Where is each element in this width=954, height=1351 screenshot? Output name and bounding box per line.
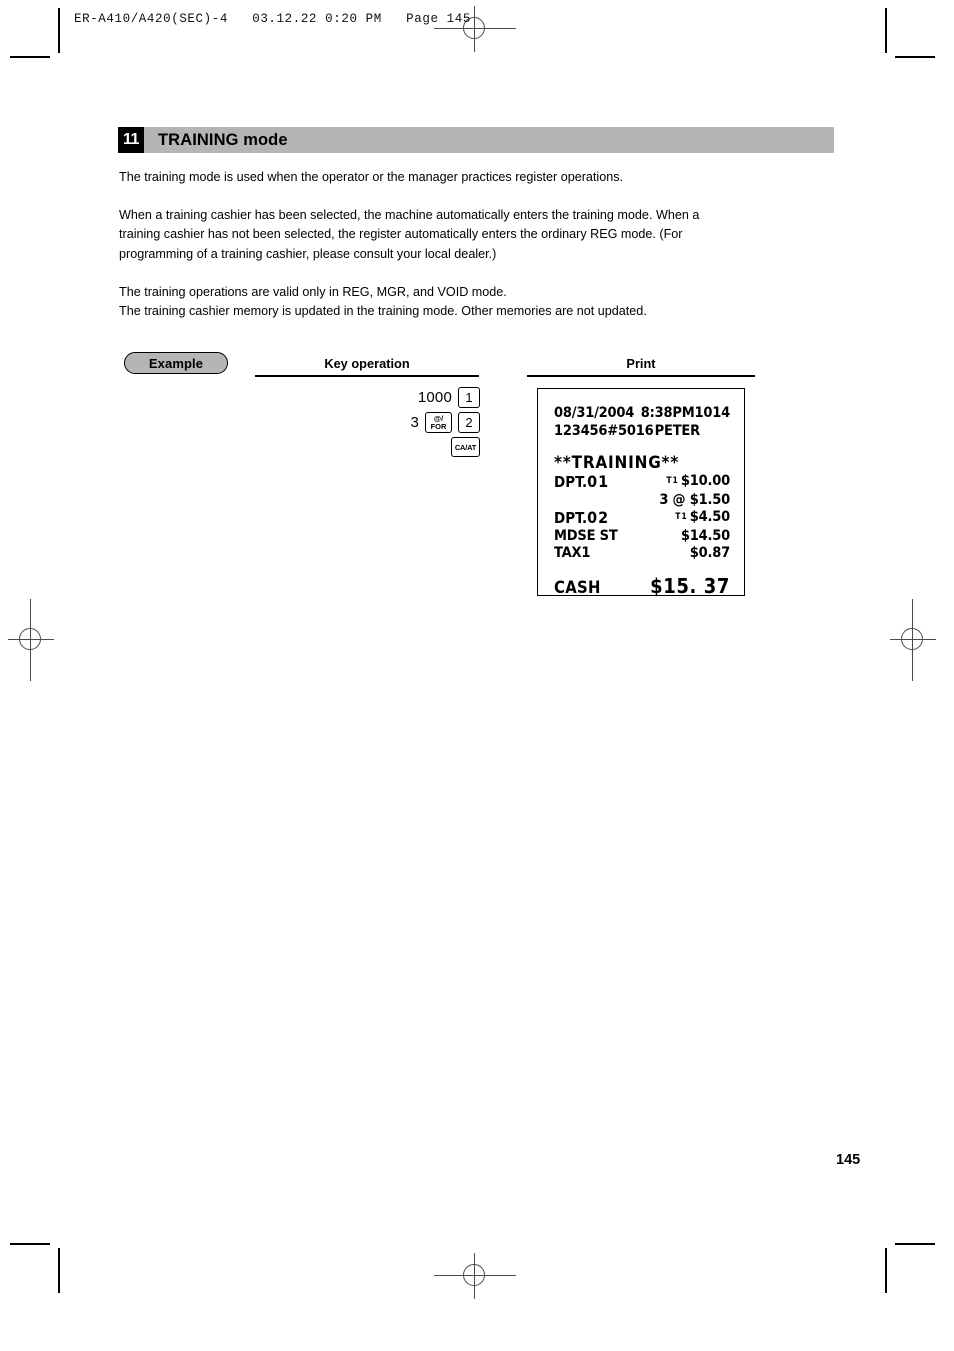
page-number: 145 bbox=[836, 1152, 861, 1168]
receipt-total-row: CASH $15. 37 bbox=[554, 574, 730, 598]
receipt-header-line-1: 08/31/2004 8:38PM 1014 bbox=[554, 405, 730, 423]
receipt-item-amount-3: T1 $4.50 bbox=[675, 509, 730, 525]
key-operation-row-1: 1000 1 bbox=[300, 386, 480, 408]
crop-mark-bottom-left-vertical bbox=[58, 1248, 60, 1293]
paragraph-1-line-1: The training mode is used when the opera… bbox=[119, 170, 624, 184]
key-operation-column-header-label: Key operation bbox=[324, 356, 410, 371]
paragraph-3: The training operations are valid only i… bbox=[119, 283, 819, 321]
receipt-print-sample: 08/31/2004 8:38PM 1014 123456#5016 PETER… bbox=[537, 388, 745, 598]
key-operation-sequence: 1000 1 3 @/ FOR 2 CA/AT bbox=[300, 386, 480, 461]
receipt-item-label-4: MDSE ST bbox=[554, 527, 618, 544]
registration-mark-circle bbox=[19, 628, 41, 650]
paragraph-2: When a training cashier has been selecte… bbox=[119, 206, 819, 264]
receipt-machine-number: 123456#5016 bbox=[554, 422, 654, 439]
registration-mark-circle bbox=[901, 628, 923, 650]
receipt-spacer-1 bbox=[554, 440, 730, 453]
receipt-item-row-2: 3 @ $1.50 bbox=[554, 492, 730, 510]
receipt-item-label-3: DPT.02 bbox=[554, 508, 610, 527]
crop-mark-top-right-horizontal bbox=[895, 56, 935, 58]
receipt-item-amount-4: $14.50 bbox=[680, 527, 730, 544]
paragraph-1: The training mode is used when the opera… bbox=[119, 168, 819, 187]
key-operation-row-3: CA/AT bbox=[300, 436, 480, 458]
key-entry-amount-2: 3 bbox=[410, 413, 419, 431]
receipt-training-banner: **TRAINING** bbox=[554, 453, 680, 473]
print-column-header-label: Print bbox=[626, 356, 656, 371]
registration-mark-circle bbox=[463, 1264, 485, 1286]
registration-mark-right bbox=[890, 599, 936, 681]
print-column-header: Print bbox=[527, 356, 755, 377]
receipt-total-label: CASH bbox=[554, 577, 601, 597]
crop-mark-top-right-vertical bbox=[885, 8, 887, 53]
crop-mark-bottom-left-horizontal bbox=[10, 1243, 50, 1245]
crop-mark-bottom-right-horizontal bbox=[895, 1243, 935, 1245]
example-badge-label: Example bbox=[148, 355, 204, 371]
paragraph-2-line-1: When a training cashier has been selecte… bbox=[119, 208, 700, 223]
key-department-1[interactable]: 1 bbox=[458, 386, 480, 408]
crop-mark-bottom-right-vertical bbox=[885, 1248, 887, 1293]
receipt-consecutive-number: 1014 bbox=[694, 405, 730, 421]
key-operation-column-header: Key operation bbox=[255, 356, 479, 377]
key-operation-row-2: 3 @/ FOR 2 bbox=[300, 411, 480, 433]
receipt-item-row-1: DPT.01 T1 $10.00 bbox=[554, 473, 730, 492]
crop-mark-top-left-vertical bbox=[58, 8, 60, 53]
print-header-rule bbox=[527, 375, 755, 377]
paragraph-3-line-2: The training cashier memory is updated i… bbox=[119, 304, 647, 319]
receipt-item-amount-1: T1 $10.00 bbox=[666, 473, 730, 489]
section-title-band: TRAINING mode bbox=[144, 127, 834, 153]
receipt-spacer-2 bbox=[554, 563, 730, 574]
receipt-cashier-name: PETER bbox=[654, 422, 701, 439]
receipt-item-label-1: DPT.01 bbox=[554, 472, 610, 491]
receipt-date: 08/31/2004 bbox=[554, 405, 635, 421]
receipt-tax-marker-1: T1 bbox=[666, 476, 679, 486]
paragraph-2-line-2: training cashier has not been selected, … bbox=[119, 227, 683, 242]
receipt-item-row-5: TAX1 $0.87 bbox=[554, 545, 730, 563]
crop-mark-top-left-horizontal bbox=[10, 56, 50, 58]
key-at-for[interactable]: @/ FOR bbox=[425, 411, 452, 433]
receipt-item-label-5: TAX1 bbox=[554, 545, 591, 561]
section-heading: 11 TRAINING mode bbox=[118, 127, 834, 153]
section-number-badge: 11 bbox=[118, 127, 144, 153]
registration-mark-left bbox=[8, 599, 54, 681]
registration-mark-bottom bbox=[434, 1253, 516, 1299]
receipt-header-line-2: 123456#5016 PETER bbox=[554, 423, 730, 441]
key-operation-header-rule bbox=[255, 375, 479, 377]
receipt-item-amount-2: 3 @ $1.50 bbox=[659, 491, 730, 508]
receipt-item-row-3: DPT.02 T1 $4.50 bbox=[554, 509, 730, 528]
page-title: TRAINING mode bbox=[158, 130, 288, 149]
paragraph-3-line-1: The training operations are valid only i… bbox=[119, 284, 507, 299]
print-strip-header: ER-A410/A420(SEC)-4 03.12.22 0:20 PM Pag… bbox=[74, 12, 471, 26]
key-cash-amount-tendered[interactable]: CA/AT bbox=[451, 437, 480, 457]
receipt-total-amount: $15. 37 bbox=[650, 573, 730, 598]
receipt-item-amount-5: $0.87 bbox=[689, 545, 730, 561]
receipt-item-row-4: MDSE ST $14.50 bbox=[554, 528, 730, 546]
key-at-for-bottom-label: FOR bbox=[430, 421, 447, 431]
body-copy: The training mode is used when the opera… bbox=[119, 168, 819, 321]
receipt-time: 8:38PM bbox=[640, 405, 695, 421]
key-department-2[interactable]: 2 bbox=[458, 411, 480, 433]
example-badge: Example bbox=[124, 352, 228, 374]
receipt-tax-marker-3: T1 bbox=[675, 512, 688, 522]
key-entry-amount-1: 1000 bbox=[417, 388, 452, 406]
paragraph-2-line-3: programming of a training cashier, pleas… bbox=[119, 246, 497, 261]
